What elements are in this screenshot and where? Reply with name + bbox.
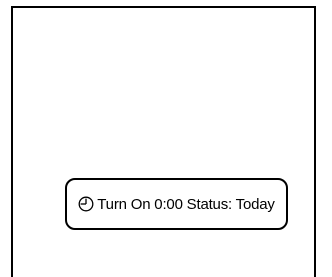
clock-icon bbox=[78, 196, 94, 212]
timer-status-text: Turn On 0:00 Status: Today bbox=[97, 195, 275, 213]
screen-frame bbox=[11, 6, 316, 277]
timer-status-box: Turn On 0:00 Status: Today bbox=[65, 178, 288, 230]
